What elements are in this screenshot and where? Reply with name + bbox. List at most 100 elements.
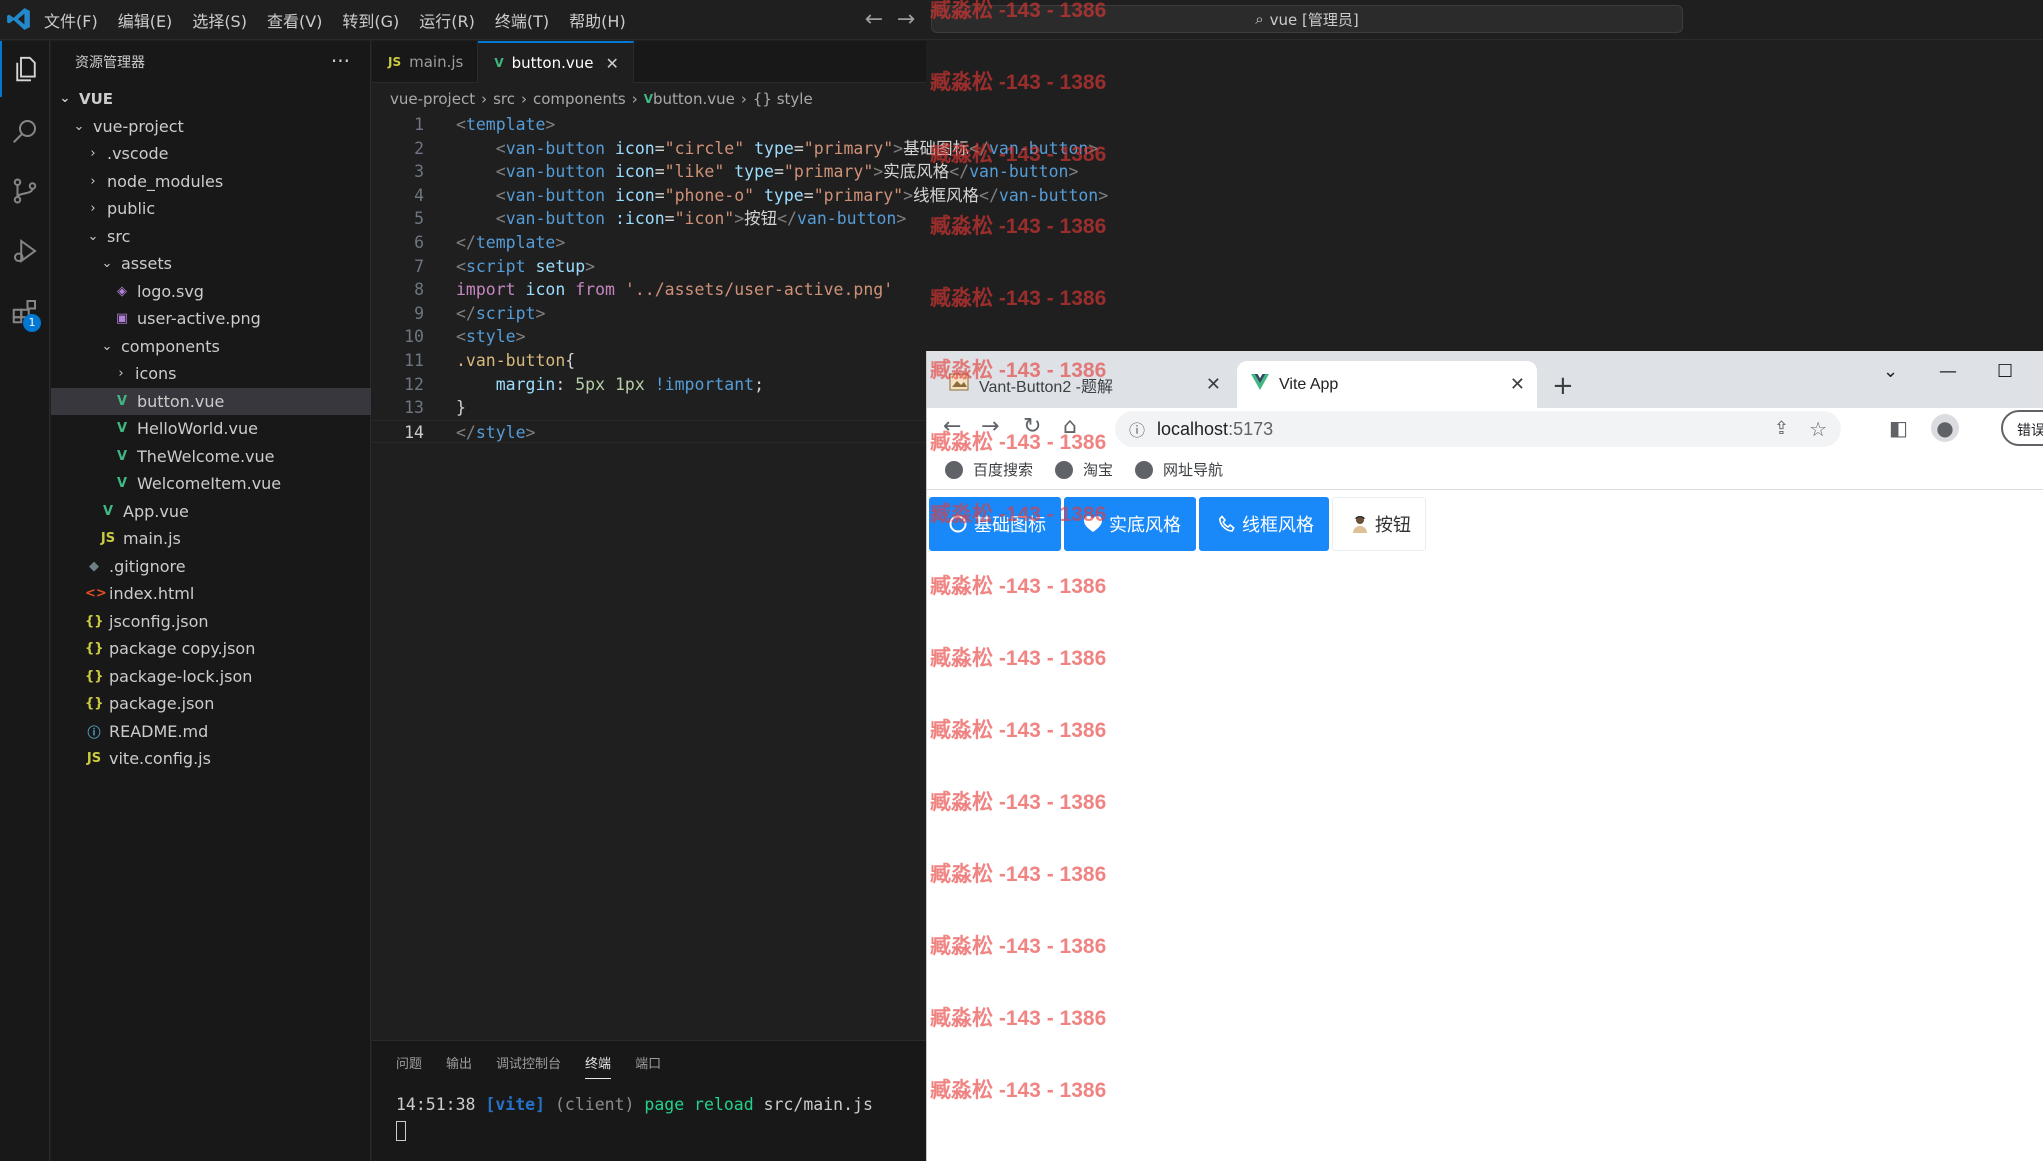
bookmark-item[interactable]: 百度搜索: [945, 459, 1033, 480]
menu-item[interactable]: 终端(T): [495, 8, 549, 32]
menu-item[interactable]: 转到(G): [342, 8, 399, 32]
panel-tab[interactable]: 端口: [635, 1053, 661, 1079]
tree-item[interactable]: {} package copy.json: [51, 635, 371, 663]
tree-item[interactable]: ⌄ src: [51, 223, 371, 251]
code-token: >: [896, 209, 907, 229]
code-line[interactable]: 10 <style>: [372, 325, 926, 349]
home-icon[interactable]: ⌂: [1063, 414, 1077, 439]
code-token: style: [475, 422, 526, 442]
breadcrumb-item[interactable]: button.vue: [653, 90, 735, 108]
tree-item[interactable]: {} package-lock.json: [51, 663, 371, 691]
bookmark-item[interactable]: 网址导航: [1135, 459, 1223, 480]
close-tab-icon[interactable]: ✕: [606, 54, 619, 73]
tree-item[interactable]: Vbutton.vue: [51, 387, 371, 415]
tree-item[interactable]: {} package.json: [51, 690, 371, 718]
tree-item[interactable]: V TheWelcome.vue: [51, 443, 371, 471]
panel-tab[interactable]: 调试控制台: [496, 1053, 561, 1079]
tree-item[interactable]: ⌄ components: [51, 333, 371, 361]
tree-item[interactable]: JS main.js: [51, 525, 371, 553]
address-bar[interactable]: ⓘ localhost:5173 ⇪ ☆: [1115, 411, 1841, 447]
close-tab-icon[interactable]: ✕: [1206, 374, 1221, 395]
tree-item[interactable]: ⌄ vue-project: [51, 113, 371, 141]
tree-item[interactable]: ▣ user-active.png: [51, 305, 371, 333]
menu-item[interactable]: 运行(R): [419, 8, 475, 32]
back-arrow-icon[interactable]: ←: [858, 6, 890, 34]
code-line[interactable]: 14 </style>: [372, 419, 926, 444]
browser-forward-icon[interactable]: →: [981, 414, 999, 439]
more-actions-icon[interactable]: ···: [331, 49, 350, 73]
tree-item[interactable]: {} jsconfig.json: [51, 608, 371, 636]
tree-item[interactable]: JS vite.config.js: [51, 745, 371, 773]
line-number: 12: [404, 374, 424, 394]
terminal-cursor[interactable]: [396, 1121, 406, 1141]
tree-item[interactable]: ⓘ README.md: [51, 718, 371, 746]
panel-tab[interactable]: 终端: [585, 1053, 612, 1079]
code-line[interactable]: 5 <van-button :icon="icon">按钮</van-butto…: [372, 207, 926, 231]
code-line[interactable]: 9 </script>: [372, 302, 926, 326]
code-line[interactable]: 8 import icon from '../assets/user-active…: [372, 278, 926, 302]
panel-tab[interactable]: 问题: [396, 1053, 422, 1079]
side-panel-icon[interactable]: ◧: [1889, 416, 1908, 440]
code-line[interactable]: 3 <van-button icon="like" type="primary"…: [372, 160, 1078, 184]
bookmark-star-icon[interactable]: ☆: [1809, 417, 1827, 442]
code-line[interactable]: 12 margin: 5px 1px !important;: [372, 373, 926, 397]
reload-icon[interactable]: ↻: [1023, 414, 1041, 439]
forward-arrow-icon[interactable]: →: [890, 6, 922, 34]
tab-search-chevron-icon[interactable]: ⌄: [1883, 361, 1898, 382]
van-button-solid-style[interactable]: 实底风格: [1064, 497, 1196, 551]
editor-tab[interactable]: Vbutton.vue ✕: [478, 41, 634, 83]
menu-item[interactable]: 文件(F): [44, 8, 98, 32]
panel-tab[interactable]: 输出: [446, 1053, 472, 1079]
tree-item[interactable]: V HelloWorld.vue: [51, 415, 371, 443]
profile-avatar-icon[interactable]: ●: [1931, 414, 1959, 442]
menu-item[interactable]: 帮助(H): [569, 8, 626, 32]
tree-item[interactable]: › public: [51, 195, 371, 223]
browser-tab-vant-button2[interactable]: Vant-Button2 -题解 ✕: [935, 361, 1233, 408]
editor-tab[interactable]: JS main.js: [372, 41, 479, 83]
site-info-icon[interactable]: ⓘ: [1129, 417, 1145, 441]
code-line[interactable]: 6 </template>: [372, 231, 926, 255]
code-line[interactable]: 1 <template>: [372, 113, 926, 137]
tree-item[interactable]: V WelcomeItem.vue: [51, 470, 371, 498]
share-icon[interactable]: ⇪: [1774, 418, 1789, 439]
tree-item[interactable]: › .vscode: [51, 140, 371, 168]
tree-item[interactable]: ◆ .gitignore: [51, 553, 371, 581]
menu-item[interactable]: 选择(S): [192, 8, 247, 32]
menu-item[interactable]: 查看(V): [267, 8, 322, 32]
explorer-icon[interactable]: [0, 41, 50, 97]
code-line[interactable]: 11 .van-button{: [372, 349, 926, 373]
run-debug-icon[interactable]: [0, 223, 50, 279]
breadcrumb-item[interactable]: components: [533, 90, 626, 108]
new-tab-plus-icon[interactable]: +: [1552, 371, 1574, 401]
van-button-outline-style[interactable]: 线框风格: [1199, 497, 1329, 551]
code-line[interactable]: 7 <script setup>: [372, 255, 926, 279]
workspace-root[interactable]: ⌄ VUE: [51, 85, 371, 113]
breadcrumb-item[interactable]: vue-project: [390, 90, 475, 108]
tree-item[interactable]: ◈ logo.svg: [51, 278, 371, 306]
minimize-icon[interactable]: —: [1939, 361, 1957, 382]
code-line[interactable]: 4 <van-button icon="phone-o" type="prima…: [372, 184, 1108, 208]
tree-item[interactable]: <> index.html: [51, 580, 371, 608]
breadcrumb-item[interactable]: src: [493, 90, 515, 108]
close-tab-icon[interactable]: ✕: [1510, 374, 1525, 395]
extensions-icon[interactable]: 1: [0, 283, 50, 339]
van-button-image-icon[interactable]: 按钮: [1332, 497, 1426, 551]
code-line[interactable]: 2 <van-button icon="circle" type="primar…: [372, 137, 1098, 161]
tree-item[interactable]: › icons: [51, 360, 371, 388]
code-editor[interactable]: 1 <template> 2 <van-button icon="circle" t…: [372, 113, 1108, 444]
van-button-basic-icon[interactable]: 基础图标: [929, 497, 1061, 551]
maximize-icon[interactable]: ☐: [1997, 361, 2013, 382]
browser-back-icon[interactable]: ←: [943, 414, 961, 439]
tree-item[interactable]: ⌄ assets: [51, 250, 371, 278]
browser-tab-vite-app[interactable]: Vite App ✕: [1237, 361, 1537, 408]
code-line[interactable]: 13}: [372, 396, 926, 420]
search-icon[interactable]: [0, 103, 50, 159]
breadcrumb-item[interactable]: {} style: [753, 90, 813, 108]
tree-item[interactable]: › node_modules: [51, 168, 371, 196]
source-control-icon[interactable]: [0, 163, 50, 219]
profile-error-button[interactable]: 错误: [2001, 410, 2043, 446]
command-center[interactable]: ⌕ vue [管理员]: [931, 5, 1683, 33]
menu-item[interactable]: 编辑(E): [118, 8, 173, 32]
tree-item[interactable]: V App.vue: [51, 498, 371, 526]
bookmark-item[interactable]: 淘宝: [1055, 459, 1113, 480]
